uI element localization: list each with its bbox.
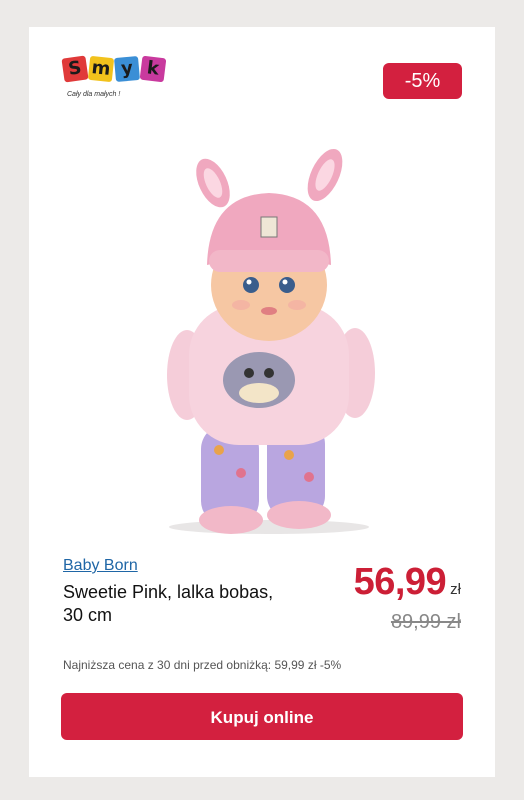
smyk-logo[interactable]: S m y k Cały dla małych !	[61, 55, 191, 113]
logo-tile-y: y	[113, 55, 141, 83]
logo-tile-s: S	[61, 55, 89, 83]
old-price: 89,99 zł	[390, 611, 461, 633]
product-card[interactable]: S m y k Cały dla małych ! -5% Baby Born …	[29, 27, 495, 777]
current-price: 56,99 zł	[354, 561, 461, 604]
price-currency: zł	[450, 581, 461, 598]
discount-badge: -5%	[383, 63, 462, 99]
product-image[interactable]	[149, 135, 389, 535]
logo-slogan: Cały dla małych !	[67, 91, 121, 98]
logo-tile-m: m	[87, 55, 115, 83]
buy-online-button[interactable]: Kupuj online	[61, 693, 463, 740]
brand-link[interactable]: Baby Born	[63, 557, 138, 575]
logo-tile-k: k	[139, 55, 167, 83]
lowest-price-note: Najniższa cena z 30 dni przed obniżką: 5…	[63, 658, 342, 672]
product-title[interactable]: Sweetie Pink, lalka bobas, 30 cm	[63, 581, 293, 627]
price-value: 56,99	[353, 561, 447, 603]
